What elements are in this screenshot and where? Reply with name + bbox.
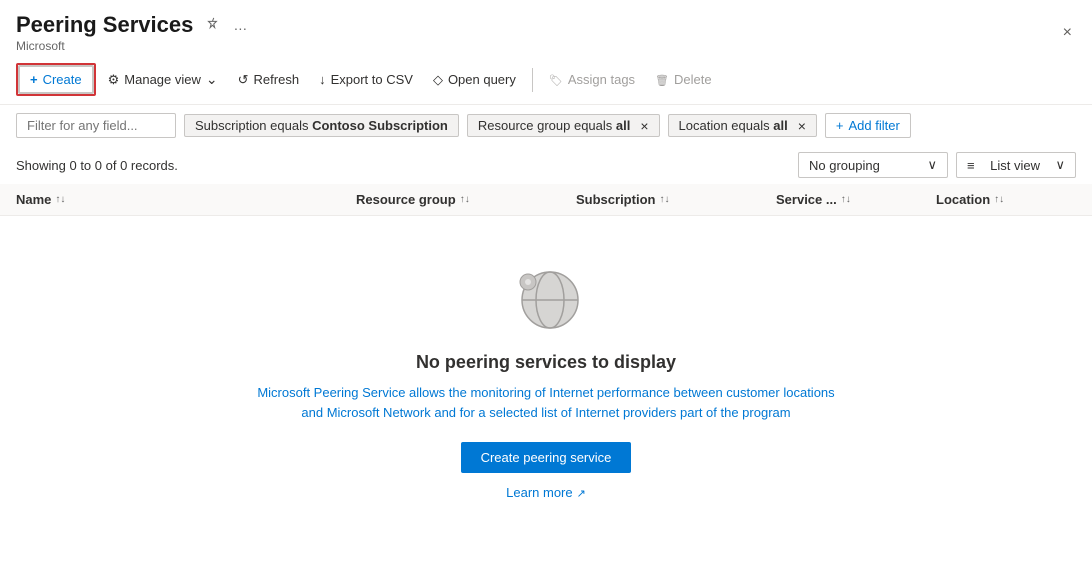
empty-state: No peering services to display Microsoft…	[0, 216, 1092, 520]
create-button-box: Create	[16, 63, 96, 96]
list-view-icon: ≡	[967, 158, 975, 173]
subtitle: Microsoft	[16, 39, 251, 53]
empty-title: No peering services to display	[416, 352, 676, 373]
create-peering-service-button[interactable]: Create peering service	[461, 442, 632, 473]
page-title: Peering Services	[16, 12, 193, 38]
tag-icon	[549, 72, 563, 87]
add-filter-button[interactable]: Add filter	[825, 113, 911, 138]
search-input[interactable]	[16, 113, 176, 138]
create-button[interactable]: Create	[18, 65, 94, 94]
title-main: Peering Services …	[16, 12, 251, 38]
pin-icon[interactable]	[201, 15, 223, 36]
sort-icon-subscription: ↑↓	[659, 194, 669, 205]
toolbar: Create Manage view Refresh Export to CSV…	[0, 55, 1092, 105]
resource-group-filter-chip: Resource group equals all ×	[467, 114, 660, 137]
refresh-button[interactable]: Refresh	[230, 67, 307, 93]
learn-more-button[interactable]: Learn more	[506, 485, 586, 500]
view-dropdown[interactable]: ≡ List view ∨	[956, 152, 1076, 178]
sort-icon-resource-group: ↑↓	[460, 194, 470, 205]
col-service[interactable]: Service ... ↑↓	[776, 192, 936, 207]
sort-icon-name: ↑↓	[55, 194, 65, 205]
settings-icon	[108, 72, 120, 88]
add-filter-icon	[836, 118, 844, 133]
grouping-dropdown[interactable]: No grouping ∨	[798, 152, 948, 178]
col-name[interactable]: Name ↑↓	[16, 192, 356, 207]
toolbar-divider	[532, 68, 533, 92]
assign-tags-button[interactable]: Assign tags	[541, 67, 643, 92]
close-button[interactable]: ×	[1059, 20, 1076, 46]
globe-icon-container	[506, 256, 586, 336]
resource-group-chip-close[interactable]: ×	[636, 119, 648, 133]
results-right: No grouping ∨ ≡ List view ∨	[798, 152, 1076, 178]
table-header: Name ↑↓ Resource group ↑↓ Subscription ↑…	[0, 184, 1092, 216]
view-chevron-icon: ∨	[1055, 157, 1065, 173]
manage-view-button[interactable]: Manage view	[100, 66, 226, 93]
plus-icon	[30, 72, 38, 87]
filter-bar: Subscription equals Contoso Subscription…	[0, 105, 1092, 146]
col-location[interactable]: Location ↑↓	[936, 192, 1076, 207]
query-icon	[433, 72, 443, 88]
location-chip-close[interactable]: ×	[794, 119, 806, 133]
sort-icon-service: ↑↓	[841, 194, 851, 205]
title-section: Peering Services … Microsoft	[16, 12, 251, 53]
delete-icon	[655, 72, 669, 87]
empty-description: Microsoft Peering Service allows the mon…	[256, 383, 836, 422]
grouping-chevron-icon: ∨	[927, 157, 937, 173]
sort-icon-location: ↑↓	[994, 194, 1004, 205]
results-bar: Showing 0 to 0 of 0 records. No grouping…	[0, 146, 1092, 184]
open-query-button[interactable]: Open query	[425, 67, 524, 93]
title-bar: Peering Services … Microsoft ×	[0, 0, 1092, 55]
delete-button[interactable]: Delete	[647, 67, 720, 92]
chevron-down-icon	[206, 71, 218, 88]
col-subscription[interactable]: Subscription ↑↓	[576, 192, 776, 207]
results-text: Showing 0 to 0 of 0 records.	[16, 158, 178, 173]
title-icons: …	[201, 15, 251, 36]
export-icon	[319, 72, 326, 87]
external-link-icon	[577, 485, 586, 500]
export-button[interactable]: Export to CSV	[311, 67, 421, 92]
location-filter-chip: Location equals all ×	[668, 114, 817, 137]
more-options-icon[interactable]: …	[229, 15, 251, 35]
refresh-icon	[238, 72, 249, 88]
subscription-filter-chip: Subscription equals Contoso Subscription	[184, 114, 459, 137]
globe-icon	[506, 256, 586, 336]
col-resource-group[interactable]: Resource group ↑↓	[356, 192, 576, 207]
